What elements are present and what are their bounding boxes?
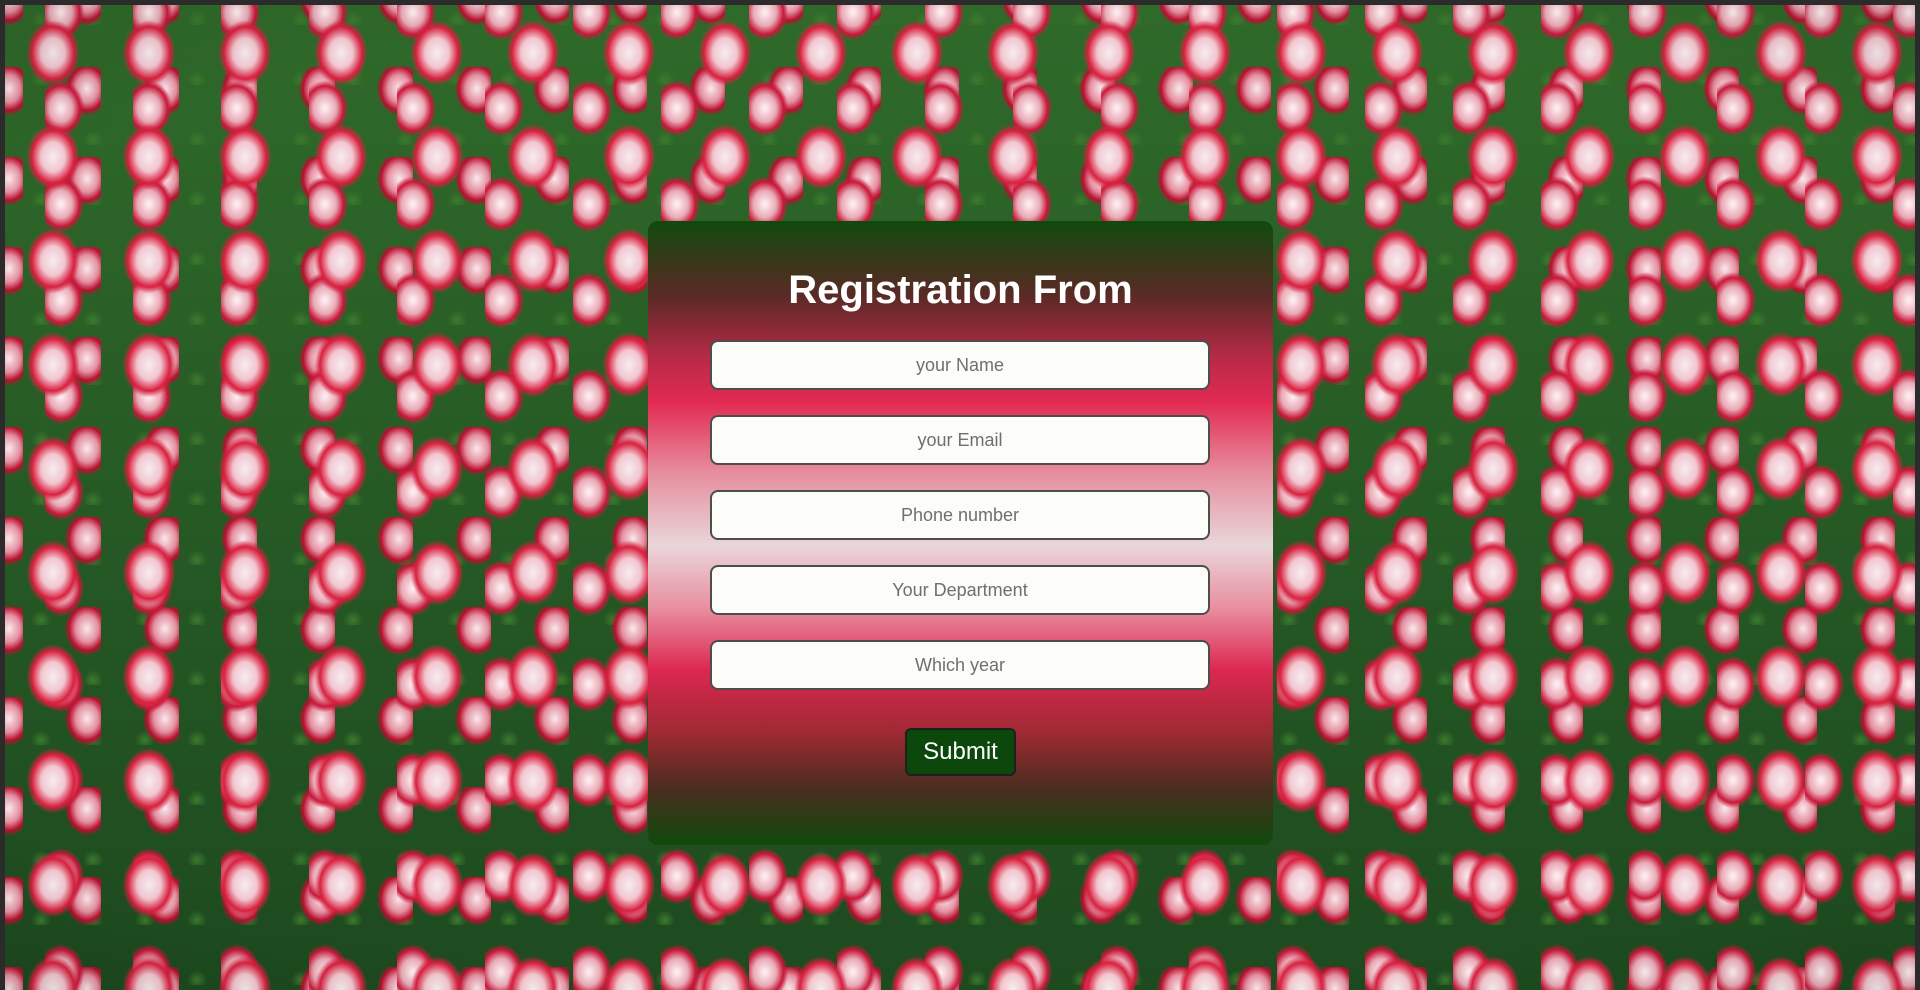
- phone-input[interactable]: [710, 490, 1210, 540]
- email-input[interactable]: [710, 415, 1210, 465]
- submit-button[interactable]: Submit: [905, 728, 1016, 776]
- year-input[interactable]: [710, 640, 1210, 690]
- name-input[interactable]: [710, 340, 1210, 390]
- form-title: Registration From: [788, 268, 1133, 312]
- registration-form: Registration From Submit: [648, 221, 1273, 845]
- department-input[interactable]: [710, 565, 1210, 615]
